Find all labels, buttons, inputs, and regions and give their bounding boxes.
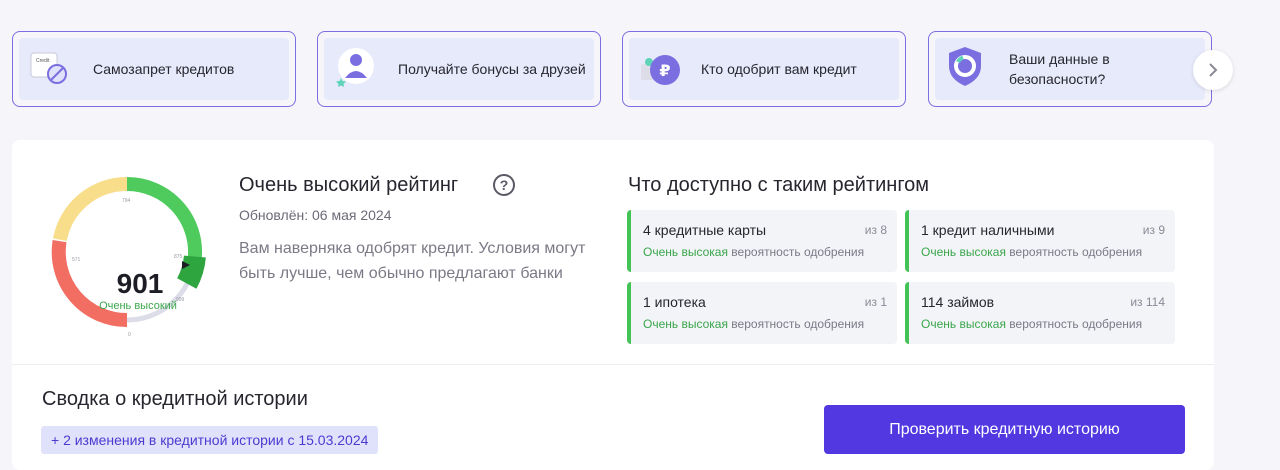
scale-tick-label: 571 <box>72 257 81 263</box>
svg-text:₽: ₽ <box>659 61 670 80</box>
offer-name: 1 ипотека <box>643 294 706 310</box>
gauge-arc: 0 571 794 875 999 <box>51 176 206 338</box>
card-bonus[interactable]: Получайте бонусы за друзей <box>317 31 601 107</box>
scale-tick-label: 875 <box>174 254 183 260</box>
check-history-button[interactable]: Проверить кредитную историю <box>824 405 1185 454</box>
ruble-coin-icon: ₽ <box>641 55 680 85</box>
card-label: Получайте бонусы за друзей <box>398 61 586 77</box>
scale-tick-label: 0 <box>128 332 131 336</box>
offer-count: из 8 <box>864 223 887 237</box>
offer-probability: Очень высокая вероятность одобрения <box>921 245 1143 259</box>
offer-name: 1 кредит наличными <box>921 222 1055 238</box>
help-icon[interactable]: ? <box>493 174 515 196</box>
card-self-ban[interactable]: Credit Самозапрет кредитов <box>12 31 296 107</box>
scale-tick-label: 794 <box>122 198 131 204</box>
card-who-approves[interactable]: ₽ Кто одобрит вам кредит <box>622 31 906 107</box>
summary-title: Сводка о кредитной истории <box>42 388 308 410</box>
updated-date: Обновлён: 06 мая 2024 <box>239 207 392 223</box>
offer-name: 4 кредитные карты <box>643 222 767 238</box>
section-divider <box>12 364 1214 365</box>
offer-mortgage[interactable]: 1 ипотека из 1 Очень высокая вероятность… <box>627 282 897 344</box>
score-value: 901 <box>116 268 164 299</box>
score-label: Очень высокий <box>99 300 177 312</box>
card-label: Самозапрет кредитов <box>93 61 235 77</box>
credit-icon-text: Credit <box>36 58 50 64</box>
offer-count: из 1 <box>864 295 887 309</box>
quick-links-row: Credit Самозапрет кредитов Получайте бон… <box>12 31 1252 111</box>
offer-probability: Очень высокая вероятность одобрения <box>643 317 865 331</box>
offer-credit-cards[interactable]: 4 кредитные карты из 8 Очень высокая вер… <box>627 210 897 272</box>
rating-title: Очень высокий рейтинг <box>239 174 459 196</box>
offer-cash-loan[interactable]: 1 кредит наличными из 9 Очень высокая ве… <box>905 210 1175 272</box>
carousel-next-button[interactable] <box>1193 50 1233 90</box>
offer-count: из 9 <box>1142 223 1165 237</box>
credit-ban-icon: Credit <box>30 52 67 84</box>
offer-microloans[interactable]: 114 займов из 114 Очень высокая вероятно… <box>905 282 1175 344</box>
score-gauge: 0 571 794 875 999 901 Очень высокий <box>50 176 230 338</box>
shield-icon <box>949 47 981 86</box>
card-data-safety[interactable]: Ваши данные в безопасности? <box>928 31 1212 107</box>
user-bonus-icon <box>336 48 374 87</box>
offer-probability: Очень высокая вероятность одобрения <box>921 317 1143 331</box>
changes-badge[interactable]: + 2 изменения в кредитной истории с 15.0… <box>41 426 379 454</box>
card-label: Ваши данные в безопасности? <box>1009 51 1110 87</box>
rating-description: Вам наверняка одобрят кредит. Условия мо… <box>239 240 586 282</box>
offer-name: 114 займов <box>921 294 995 310</box>
card-label: Кто одобрит вам кредит <box>701 61 857 77</box>
available-title: Что доступно с таким рейтингом <box>628 174 930 196</box>
offer-count: из 114 <box>1130 295 1165 309</box>
offer-probability: Очень высокая вероятность одобрения <box>643 245 865 259</box>
rating-panel: 0 571 794 875 999 901 Очень высокий Очен… <box>12 140 1214 470</box>
chevron-right-icon <box>1209 63 1218 77</box>
